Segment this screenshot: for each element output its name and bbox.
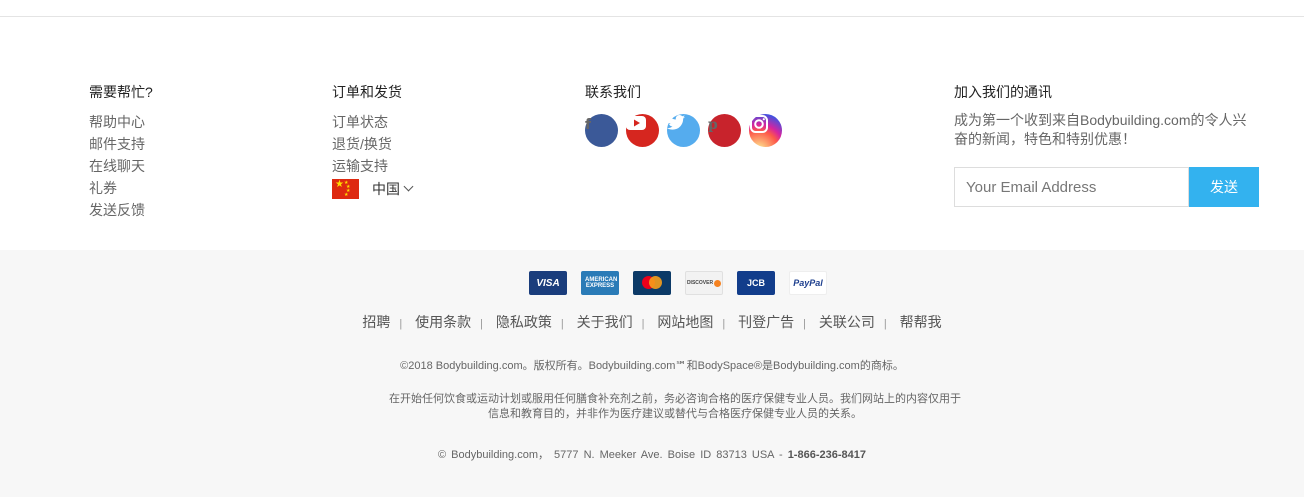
chevron-down-icon xyxy=(403,181,414,192)
link-advertise[interactable]: 刊登广告 xyxy=(738,314,794,330)
footer-links: 招聘 | 使用条款 | 隐私政策 | 关于我们 | 网站地图 | 刊登广告 | 关联公司 | … xyxy=(362,314,942,330)
link-shipping-support[interactable]: 运输支持 xyxy=(332,155,412,177)
pinterest-icon[interactable]: p xyxy=(708,114,741,147)
link-careers[interactable]: 招聘 xyxy=(362,314,390,330)
country-label: 中国 xyxy=(372,181,400,197)
send-button[interactable]: 发送 xyxy=(1189,167,1259,207)
link-help-center[interactable]: 帮助中心 xyxy=(89,111,153,133)
address-text: © Bodybuilding.com， 5777 N. Meeker Ave. … xyxy=(438,449,788,461)
company-address: © Bodybuilding.com， 5777 N. Meeker Ave. … xyxy=(0,446,1304,462)
contact-title: 联系我们 xyxy=(585,84,641,100)
contact-column: 联系我们 f p xyxy=(585,84,782,147)
youtube-icon[interactable] xyxy=(626,114,659,147)
amex-icon: AMERICAN EXPRESS xyxy=(581,271,619,295)
country-selector[interactable]: ★ ★ ★ ★ ★ 中国 xyxy=(332,179,414,199)
link-sitemap[interactable]: 网站地图 xyxy=(657,314,713,330)
mastercard-icon xyxy=(633,271,671,295)
help-column: 需要帮忙? 帮助中心 邮件支持 在线聊天 礼券 发送反馈 xyxy=(89,84,153,221)
china-flag-icon: ★ ★ ★ ★ ★ xyxy=(332,179,359,199)
visa-icon: VISA xyxy=(529,271,567,295)
newsletter-form: 发送 xyxy=(954,167,1264,207)
orders-title: 订单和发货 xyxy=(332,84,402,100)
link-terms[interactable]: 使用条款 xyxy=(415,314,471,330)
discover-icon: DISCOVER xyxy=(685,271,723,295)
facebook-icon[interactable]: f xyxy=(585,114,618,147)
copyright-text: ©2018 Bodybuilding.com。版权所有。Bodybuilding… xyxy=(400,360,904,372)
newsletter-column: 加入我们的通讯 成为第一个收到来自Bodybuilding.com的令人兴奋的新… xyxy=(954,84,1264,207)
email-field[interactable] xyxy=(954,167,1189,207)
link-order-status[interactable]: 订单状态 xyxy=(332,111,412,133)
twitter-icon[interactable] xyxy=(667,114,700,147)
link-gift-cards[interactable]: 礼券 xyxy=(89,177,153,199)
discover-label: DISCOVER xyxy=(686,280,714,286)
social-links: f p xyxy=(585,114,782,147)
newsletter-description: 成为第一个收到来自Bodybuilding.com的令人兴奋的新闻，特色和特别优… xyxy=(954,112,1247,147)
link-privacy[interactable]: 隐私政策 xyxy=(496,314,552,330)
paypal-icon: PayPal xyxy=(789,271,827,295)
instagram-icon[interactable] xyxy=(749,114,782,147)
help-title: 需要帮忙? xyxy=(89,84,153,100)
link-send-feedback[interactable]: 发送反馈 xyxy=(89,199,153,221)
amex-label: AMERICAN EXPRESS xyxy=(585,277,618,289)
link-email-support[interactable]: 邮件支持 xyxy=(89,133,153,155)
link-returns[interactable]: 退货/换货 xyxy=(332,133,412,155)
newsletter-title: 加入我们的通讯 xyxy=(954,84,1052,100)
link-help[interactable]: 帮帮我 xyxy=(900,314,942,330)
footer-top: 需要帮忙? 帮助中心 邮件支持 在线聊天 礼券 发送反馈 订单和发货 订单状态 … xyxy=(0,17,1304,250)
link-affiliates[interactable]: 关联公司 xyxy=(819,314,875,330)
orders-column: 订单和发货 订单状态 退货/换货 运输支持 ★ ★ ★ ★ ★ 中国 xyxy=(332,84,414,199)
footer-bottom: VISA AMERICAN EXPRESS DISCOVER JCB PayPa… xyxy=(0,250,1304,497)
payment-methods: VISA AMERICAN EXPRESS DISCOVER JCB PayPa… xyxy=(529,271,827,295)
phone-number: 1-866-236-8417 xyxy=(787,449,866,461)
jcb-icon: JCB xyxy=(737,271,775,295)
link-about[interactable]: 关于我们 xyxy=(577,314,633,330)
medical-disclaimer: 在开始任何饮食或运动计划或服用任何膳食补充剂之前，务必咨询合格的医疗保健专业人员… xyxy=(389,393,961,420)
link-live-chat[interactable]: 在线聊天 xyxy=(89,155,153,177)
